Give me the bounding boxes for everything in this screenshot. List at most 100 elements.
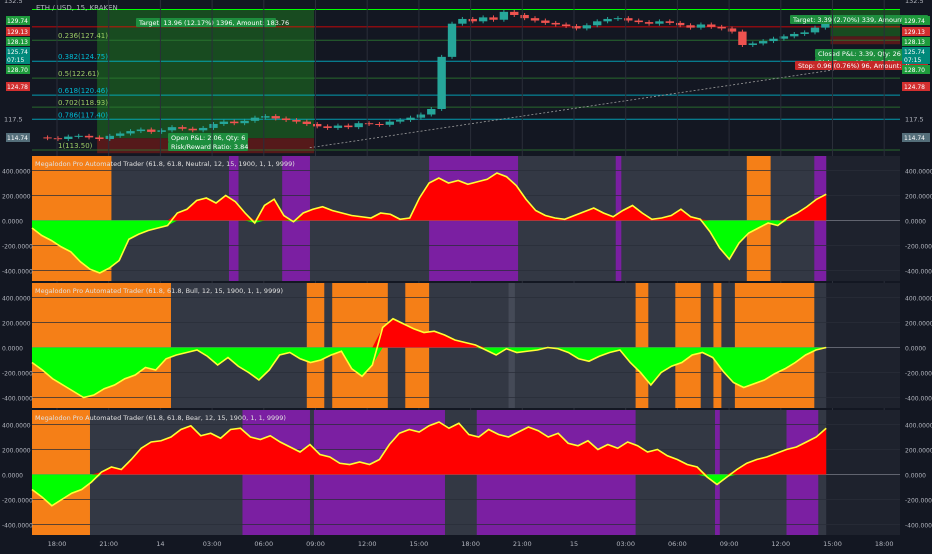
x-tick-label: 21:00 <box>99 540 118 548</box>
y-tick-label: -400.0000 <box>905 396 932 403</box>
price-badge-left: 114.74 <box>6 133 30 142</box>
price-badge-left-text: 128.13 <box>7 39 28 46</box>
candle <box>593 21 602 26</box>
signal-band <box>306 283 325 408</box>
candle <box>95 137 104 139</box>
indicator-panel-1[interactable]: 400.0000 400.0000 200.0000 200.0000 0.0000 0.… <box>2 156 932 281</box>
x-tick-label: 12:00 <box>358 540 377 548</box>
fib-label: 0.236(127.41) <box>58 32 108 40</box>
y-tick-label: 400.0000 <box>905 423 932 430</box>
price-badge: 125.74 <box>902 47 930 56</box>
candle <box>198 127 208 131</box>
x-tick-label: 18:00 <box>875 540 894 548</box>
candle <box>530 18 540 21</box>
y-tick-label-left: 0.0000 <box>2 219 23 226</box>
candle <box>748 43 757 46</box>
candle <box>157 130 166 132</box>
candle <box>769 38 778 42</box>
y-tick-label: 0.0000 <box>905 219 926 226</box>
indicator-panel-2[interactable]: 400.0000 400.0000 200.0000 200.0000 0.0000 0.… <box>2 283 932 408</box>
candle <box>115 133 125 136</box>
indicator-panel-3[interactable]: 400.0000 400.0000 200.0000 200.0000 0.0000 0.… <box>2 410 932 535</box>
candle <box>810 27 820 33</box>
y-tick-label: 200.0000 <box>905 321 932 328</box>
price-axis-tick-left: 132.5 <box>4 0 23 5</box>
candle <box>696 24 706 28</box>
annotation-text: Risk/Reward Ratio: 3.84 <box>171 143 248 151</box>
x-tick-label: 09:00 <box>306 540 325 548</box>
y-tick-label-left: 400.0000 <box>2 423 31 430</box>
candle <box>281 118 291 121</box>
x-tick-label: 15:00 <box>410 540 429 548</box>
price-badge-left-text: 114.74 <box>7 135 28 142</box>
candle <box>240 120 249 124</box>
fib-label: 0.786(117.40) <box>58 111 108 119</box>
candle <box>136 129 146 132</box>
x-tick-label: 06:00 <box>254 540 273 548</box>
price-badge-left-text: 129.74 <box>7 18 28 25</box>
price-badge-left: 129.13 <box>6 27 30 36</box>
candle <box>758 41 768 44</box>
x-tick-label: 03:00 <box>203 540 222 548</box>
candle <box>582 25 592 29</box>
price-panel[interactable]: 0.236(127.41) 0.382(124.75) 0.5(122.61) 0.6… <box>4 0 930 154</box>
candle <box>707 24 716 27</box>
fib-label: 0.5(122.61) <box>58 70 99 78</box>
price-badge: 07:15 <box>902 55 930 64</box>
price-badge-left: 129.74 <box>6 16 30 25</box>
x-tick-label: 14 <box>156 540 164 548</box>
y-tick-label: 200.0000 <box>905 194 932 201</box>
candle <box>717 26 726 29</box>
y-tick-label-left: -200.0000 <box>2 498 33 505</box>
candle <box>468 18 477 22</box>
candle <box>738 31 747 46</box>
candle <box>427 108 436 115</box>
candle <box>416 114 426 118</box>
price-badge: 129.74 <box>902 16 930 25</box>
price-badge-text: 128.70 <box>904 67 925 74</box>
y-tick-label-left: 0.0000 <box>2 346 23 353</box>
y-tick-label: 400.0000 <box>905 169 932 176</box>
x-tick-label: 15 <box>570 540 578 548</box>
candle <box>655 21 664 24</box>
candle <box>84 135 94 138</box>
x-tick-label: 12:00 <box>771 540 790 548</box>
price-badge-text: 129.74 <box>904 18 925 25</box>
y-tick-label: -200.0000 <box>905 371 932 378</box>
candle <box>230 121 239 124</box>
price-axis-tick: 132.5 <box>905 0 924 5</box>
y-tick-label: 400.0000 <box>905 296 932 303</box>
price-badge-left-text: 07:15 <box>7 57 24 64</box>
signal-band <box>635 283 649 408</box>
price-badge-text: 124.78 <box>904 84 925 91</box>
signal-band <box>508 283 515 408</box>
price-badge-left: 125.74 <box>6 47 30 56</box>
candle <box>323 126 332 128</box>
price-badge-left: 128.13 <box>6 37 30 46</box>
candle <box>261 116 270 118</box>
candle <box>292 120 301 122</box>
candle <box>551 22 560 25</box>
chart-canvas[interactable]: 0.236(127.41) 0.382(124.75) 0.5(122.61) 0.6… <box>0 0 932 550</box>
candle <box>250 117 260 121</box>
y-tick-label-left: 200.0000 <box>2 194 31 201</box>
candle <box>313 123 322 127</box>
candle <box>790 33 799 37</box>
x-tick-label: 15:00 <box>823 540 842 548</box>
annotation-text: Open P&L: 2.06, Qty: 6 <box>171 134 245 142</box>
price-badge-left-text: 129.13 <box>7 29 28 36</box>
y-tick-label-left: -400.0000 <box>2 396 33 403</box>
y-tick-label-left: 400.0000 <box>2 296 31 303</box>
price-badge-left-text: 128.70 <box>7 67 28 74</box>
trading-chart[interactable]: 0.236(127.41) 0.382(124.75) 0.5(122.61) 0.6… <box>0 0 932 550</box>
x-tick-label: 03:00 <box>616 540 635 548</box>
y-tick-label-left: 400.0000 <box>2 169 31 176</box>
candle <box>209 123 218 128</box>
y-tick-label-left: -200.0000 <box>2 244 33 251</box>
price-badge: 114.74 <box>902 133 930 142</box>
candle <box>53 138 63 140</box>
candle <box>406 117 415 121</box>
candle <box>489 17 498 20</box>
price-badge-left: 128.70 <box>6 65 30 74</box>
candle <box>178 127 187 129</box>
